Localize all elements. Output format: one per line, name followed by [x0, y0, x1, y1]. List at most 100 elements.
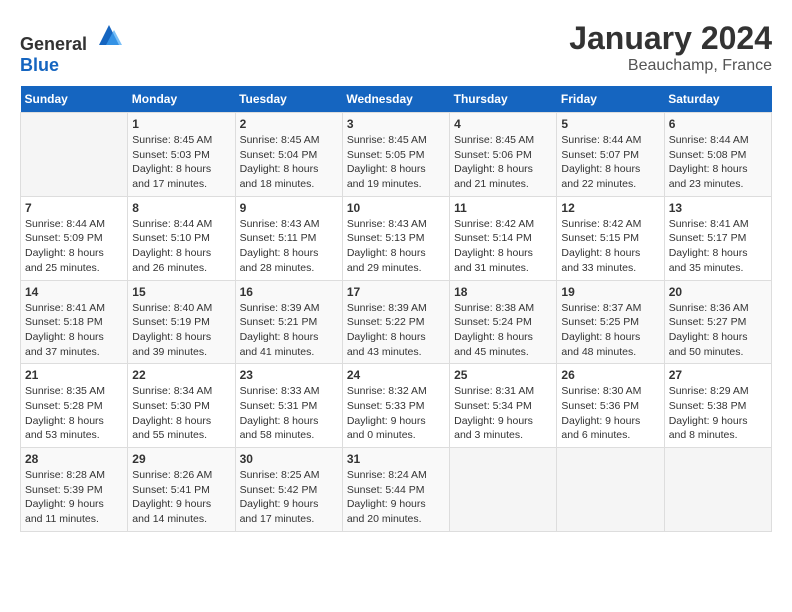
header-friday: Friday: [557, 86, 664, 113]
header-saturday: Saturday: [664, 86, 771, 113]
header-wednesday: Wednesday: [342, 86, 449, 113]
calendar-cell: 28 Sunrise: 8:28 AMSunset: 5:39 PMDayligh…: [21, 448, 128, 532]
day-info: Sunrise: 8:35 AMSunset: 5:28 PMDaylight:…: [25, 384, 123, 443]
day-info: Sunrise: 8:28 AMSunset: 5:39 PMDaylight:…: [25, 468, 123, 527]
day-number: 26: [561, 368, 659, 382]
day-number: 21: [25, 368, 123, 382]
calendar-week-4: 21 Sunrise: 8:35 AMSunset: 5:28 PMDayligh…: [21, 364, 772, 448]
calendar-header-row: SundayMondayTuesdayWednesdayThursdayFrid…: [21, 86, 772, 113]
day-number: 6: [669, 117, 767, 131]
day-number: 27: [669, 368, 767, 382]
header-monday: Monday: [128, 86, 235, 113]
day-number: 7: [25, 201, 123, 215]
day-number: 16: [240, 285, 338, 299]
day-number: 24: [347, 368, 445, 382]
day-info: Sunrise: 8:44 AMSunset: 5:08 PMDaylight:…: [669, 133, 767, 192]
day-info: Sunrise: 8:44 AMSunset: 5:09 PMDaylight:…: [25, 217, 123, 276]
day-info: Sunrise: 8:29 AMSunset: 5:38 PMDaylight:…: [669, 384, 767, 443]
calendar-cell: 18 Sunrise: 8:38 AMSunset: 5:24 PMDayligh…: [450, 280, 557, 364]
header-sunday: Sunday: [21, 86, 128, 113]
calendar-cell: [450, 448, 557, 532]
logo-text: General Blue: [20, 20, 124, 76]
calendar-cell: 13Sunrise: 8:41 AMSunset: 5:17 PMDayligh…: [664, 196, 771, 280]
day-info: Sunrise: 8:44 AMSunset: 5:07 PMDaylight:…: [561, 133, 659, 192]
calendar-cell: 11 Sunrise: 8:42 AMSunset: 5:14 PMDayligh…: [450, 196, 557, 280]
calendar-cell: 15 Sunrise: 8:40 AMSunset: 5:19 PMDayligh…: [128, 280, 235, 364]
day-info: Sunrise: 8:39 AMSunset: 5:21 PMDaylight:…: [240, 301, 338, 360]
day-info: Sunrise: 8:34 AMSunset: 5:30 PMDaylight:…: [132, 384, 230, 443]
day-number: 28: [25, 452, 123, 466]
calendar-cell: 4Sunrise: 8:45 AMSunset: 5:06 PMDaylight…: [450, 113, 557, 197]
calendar-cell: 8 Sunrise: 8:44 AMSunset: 5:10 PMDaylight…: [128, 196, 235, 280]
day-info: Sunrise: 8:40 AMSunset: 5:19 PMDaylight:…: [132, 301, 230, 360]
day-number: 25: [454, 368, 552, 382]
day-number: 31: [347, 452, 445, 466]
day-number: 23: [240, 368, 338, 382]
day-info: Sunrise: 8:38 AMSunset: 5:24 PMDaylight:…: [454, 301, 552, 360]
day-number: 18: [454, 285, 552, 299]
day-number: 12: [561, 201, 659, 215]
calendar-week-2: 7 Sunrise: 8:44 AMSunset: 5:09 PMDaylight…: [21, 196, 772, 280]
calendar-week-3: 14Sunrise: 8:41 AMSunset: 5:18 PMDayligh…: [21, 280, 772, 364]
day-info: Sunrise: 8:45 AMSunset: 5:06 PMDaylight:…: [454, 133, 552, 192]
day-info: Sunrise: 8:30 AMSunset: 5:36 PMDaylight:…: [561, 384, 659, 443]
day-number: 11: [454, 201, 552, 215]
day-info: Sunrise: 8:39 AMSunset: 5:22 PMDaylight:…: [347, 301, 445, 360]
title-block: January 2024 Beauchamp, France: [569, 20, 772, 75]
calendar-cell: 20Sunrise: 8:36 AMSunset: 5:27 PMDayligh…: [664, 280, 771, 364]
calendar-cell: 2Sunrise: 8:45 AMSunset: 5:04 PMDaylight…: [235, 113, 342, 197]
header-thursday: Thursday: [450, 86, 557, 113]
day-info: Sunrise: 8:31 AMSunset: 5:34 PMDaylight:…: [454, 384, 552, 443]
day-number: 1: [132, 117, 230, 131]
calendar-week-1: 1 Sunrise: 8:45 AMSunset: 5:03 PMDaylight…: [21, 113, 772, 197]
calendar-cell: 29 Sunrise: 8:26 AMSunset: 5:41 PMDayligh…: [128, 448, 235, 532]
calendar-cell: 16 Sunrise: 8:39 AMSunset: 5:21 PMDayligh…: [235, 280, 342, 364]
calendar-cell: 23 Sunrise: 8:33 AMSunset: 5:31 PMDayligh…: [235, 364, 342, 448]
calendar-cell: 7 Sunrise: 8:44 AMSunset: 5:09 PMDaylight…: [21, 196, 128, 280]
calendar-table: SundayMondayTuesdayWednesdayThursdayFrid…: [20, 86, 772, 532]
day-number: 5: [561, 117, 659, 131]
header-tuesday: Tuesday: [235, 86, 342, 113]
day-number: 29: [132, 452, 230, 466]
day-info: Sunrise: 8:44 AMSunset: 5:10 PMDaylight:…: [132, 217, 230, 276]
day-info: Sunrise: 8:41 AMSunset: 5:18 PMDaylight:…: [25, 301, 123, 360]
day-info: Sunrise: 8:43 AMSunset: 5:11 PMDaylight:…: [240, 217, 338, 276]
calendar-cell: 25 Sunrise: 8:31 AMSunset: 5:34 PMDayligh…: [450, 364, 557, 448]
day-number: 20: [669, 285, 767, 299]
calendar-cell: 19 Sunrise: 8:37 AMSunset: 5:25 PMDayligh…: [557, 280, 664, 364]
logo-blue: Blue: [20, 55, 59, 75]
page-title: January 2024: [569, 20, 772, 57]
calendar-cell: 12 Sunrise: 8:42 AMSunset: 5:15 PMDayligh…: [557, 196, 664, 280]
day-info: Sunrise: 8:33 AMSunset: 5:31 PMDaylight:…: [240, 384, 338, 443]
day-info: Sunrise: 8:43 AMSunset: 5:13 PMDaylight:…: [347, 217, 445, 276]
calendar-cell: 14Sunrise: 8:41 AMSunset: 5:18 PMDayligh…: [21, 280, 128, 364]
calendar-cell: 27 Sunrise: 8:29 AMSunset: 5:38 PMDayligh…: [664, 364, 771, 448]
calendar-cell: 3Sunrise: 8:45 AMSunset: 5:05 PMDaylight…: [342, 113, 449, 197]
day-info: Sunrise: 8:32 AMSunset: 5:33 PMDaylight:…: [347, 384, 445, 443]
day-info: Sunrise: 8:24 AMSunset: 5:44 PMDaylight:…: [347, 468, 445, 527]
logo-general: General: [20, 34, 87, 54]
day-number: 8: [132, 201, 230, 215]
day-number: 22: [132, 368, 230, 382]
day-info: Sunrise: 8:42 AMSunset: 5:15 PMDaylight:…: [561, 217, 659, 276]
day-info: Sunrise: 8:37 AMSunset: 5:25 PMDaylight:…: [561, 301, 659, 360]
calendar-cell: 26 Sunrise: 8:30 AMSunset: 5:36 PMDayligh…: [557, 364, 664, 448]
day-number: 17: [347, 285, 445, 299]
day-info: Sunrise: 8:45 AMSunset: 5:03 PMDaylight:…: [132, 133, 230, 192]
calendar-cell: 31 Sunrise: 8:24 AMSunset: 5:44 PMDayligh…: [342, 448, 449, 532]
day-number: 2: [240, 117, 338, 131]
logo-icon: [94, 20, 124, 50]
day-number: 19: [561, 285, 659, 299]
calendar-cell: [21, 113, 128, 197]
calendar-cell: 21 Sunrise: 8:35 AMSunset: 5:28 PMDayligh…: [21, 364, 128, 448]
day-number: 15: [132, 285, 230, 299]
calendar-cell: 24 Sunrise: 8:32 AMSunset: 5:33 PMDayligh…: [342, 364, 449, 448]
day-info: Sunrise: 8:26 AMSunset: 5:41 PMDaylight:…: [132, 468, 230, 527]
calendar-cell: 1 Sunrise: 8:45 AMSunset: 5:03 PMDaylight…: [128, 113, 235, 197]
day-number: 13: [669, 201, 767, 215]
calendar-cell: 17 Sunrise: 8:39 AMSunset: 5:22 PMDayligh…: [342, 280, 449, 364]
logo: General Blue: [20, 20, 124, 76]
calendar-week-5: 28 Sunrise: 8:28 AMSunset: 5:39 PMDayligh…: [21, 448, 772, 532]
day-info: Sunrise: 8:42 AMSunset: 5:14 PMDaylight:…: [454, 217, 552, 276]
calendar-cell: [557, 448, 664, 532]
